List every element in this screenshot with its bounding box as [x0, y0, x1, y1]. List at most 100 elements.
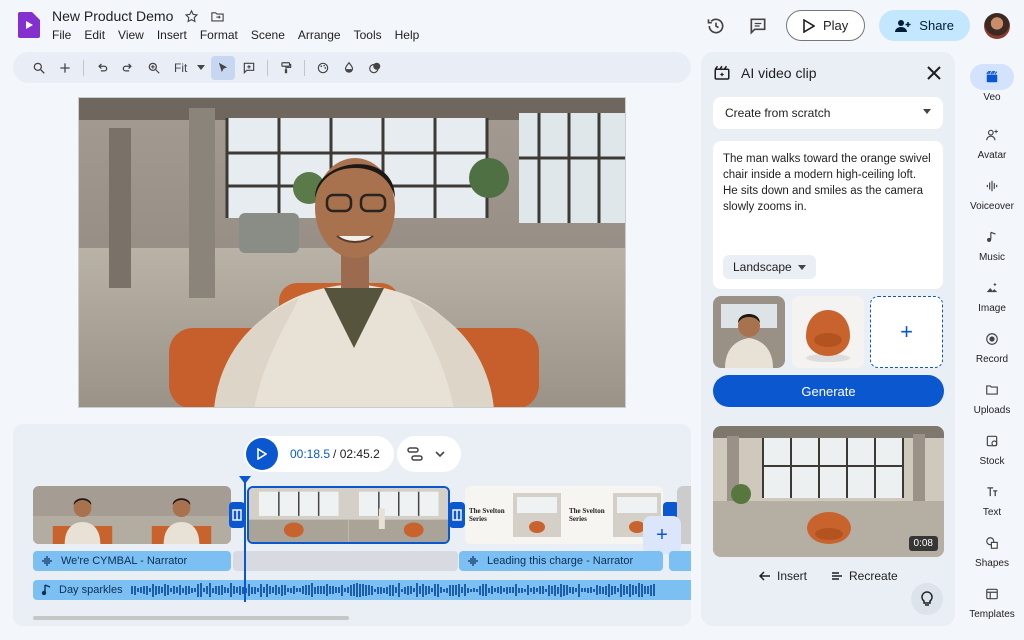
templates-icon: [970, 581, 1014, 607]
rail-label: Record: [975, 354, 1009, 365]
audio-track-music[interactable]: Day sparkles: [33, 580, 691, 600]
menu-help[interactable]: Help: [395, 28, 420, 42]
current-time: 00:18.5: [290, 447, 331, 461]
scene-clip-2-selected[interactable]: [247, 486, 450, 544]
rail-item-text[interactable]: Text: [962, 479, 1022, 518]
voiceover-icon: [970, 173, 1014, 199]
rail-item-templates[interactable]: Templates: [962, 581, 1022, 620]
recreate-button[interactable]: Recreate: [831, 569, 898, 583]
menu-edit[interactable]: Edit: [84, 28, 105, 42]
transition-handle[interactable]: [449, 502, 465, 528]
play-icon: [803, 18, 815, 33]
zoom-select[interactable]: Fit: [168, 61, 209, 75]
playhead[interactable]: [239, 476, 251, 602]
select-cursor-icon[interactable]: [211, 55, 236, 80]
rail-item-veo[interactable]: Veo: [962, 64, 1022, 103]
music-note-icon: [41, 584, 51, 596]
rail-item-uploads[interactable]: Uploads: [962, 377, 1022, 416]
aspect-ratio-select[interactable]: Landscape: [723, 255, 816, 279]
veo-icon: [970, 64, 1014, 90]
timeline-play-button[interactable]: [246, 438, 278, 470]
add-reference-button[interactable]: +: [870, 296, 943, 368]
search-icon[interactable]: [27, 56, 51, 80]
total-time: / 02:45.2: [333, 447, 380, 461]
comments-icon[interactable]: [744, 12, 772, 40]
chevron-down-icon: [435, 451, 445, 457]
rail-item-image[interactable]: Image: [962, 275, 1022, 314]
menu-format[interactable]: Format: [200, 28, 238, 42]
menu-tools[interactable]: Tools: [354, 28, 382, 42]
mode-select[interactable]: Create from scratch: [713, 97, 943, 129]
avatar-icon: [970, 122, 1014, 148]
veo-icon: [714, 65, 730, 80]
reference-thumbnail: [713, 296, 785, 368]
scene-clip-3[interactable]: The Svelton Series The Svelton Series: [465, 486, 663, 544]
audio-track-label: Day sparkles: [59, 584, 123, 596]
rail-item-record[interactable]: Record: [962, 326, 1022, 365]
paint-format-icon[interactable]: [274, 56, 298, 80]
vids-logo-icon[interactable]: [18, 12, 40, 38]
voiceover-icon: [468, 556, 478, 566]
lightbulb-icon[interactable]: [911, 583, 943, 615]
toolbar-divider: [267, 59, 269, 76]
rail-item-stock[interactable]: Stock: [962, 428, 1022, 467]
rail-label: Avatar: [977, 150, 1007, 161]
reference-image-chair[interactable]: [792, 296, 864, 368]
reference-image-person[interactable]: [713, 296, 785, 368]
timeline-view-toggle[interactable]: [397, 436, 461, 472]
slide-image: [513, 493, 561, 537]
timeline-scrollbar[interactable]: [33, 616, 349, 620]
undo-icon[interactable]: [90, 56, 114, 80]
aspect-value: Landscape: [733, 260, 792, 274]
clip-thumbnail: [348, 488, 448, 542]
transition-icon: [452, 509, 462, 521]
document-title[interactable]: New Product Demo: [52, 8, 173, 24]
insert-label: Insert: [777, 569, 808, 583]
scene-canvas[interactable]: [78, 97, 626, 408]
audio-track-narration-1[interactable]: We're CYMBAL - Narrator: [33, 551, 231, 571]
share-button[interactable]: Share: [879, 10, 970, 41]
voiceover-icon: [42, 556, 52, 566]
rail-item-music[interactable]: Music: [962, 224, 1022, 263]
menu-arrange[interactable]: Arrange: [298, 28, 341, 42]
rail-item-shapes[interactable]: Shapes: [962, 530, 1022, 569]
toolbar-divider: [304, 59, 306, 76]
rail-label: Image: [978, 303, 1006, 314]
rail-label: Uploads: [973, 405, 1011, 416]
user-avatar[interactable]: [984, 12, 1010, 39]
rail-label: Voiceover: [970, 201, 1014, 212]
audio-track-narration-2[interactable]: Leading this charge - Narrator: [459, 551, 663, 571]
background-icon[interactable]: [363, 56, 387, 80]
new-scene-icon[interactable]: [53, 56, 77, 80]
menu-insert[interactable]: Insert: [157, 28, 187, 42]
palette-icon[interactable]: [311, 56, 335, 80]
menu-view[interactable]: View: [118, 28, 144, 42]
add-scene-button[interactable]: +: [643, 516, 681, 554]
scene-clip-1[interactable]: [33, 486, 231, 544]
redo-icon[interactable]: [116, 56, 140, 80]
rail-item-avatar[interactable]: Avatar: [962, 122, 1022, 161]
star-icon[interactable]: [183, 8, 199, 24]
add-comment-icon[interactable]: [237, 56, 261, 80]
generated-clip-preview[interactable]: 0:08: [713, 426, 944, 557]
clip-duration: 0:08: [908, 536, 938, 551]
slide-thumbnail-title: The Svelton Series: [469, 507, 505, 523]
menu-scene[interactable]: Scene: [251, 28, 285, 42]
generate-button[interactable]: Generate: [713, 375, 944, 407]
rail-item-voiceover[interactable]: Voiceover: [962, 173, 1022, 212]
mode-value: Create from scratch: [725, 106, 831, 120]
play-button[interactable]: Play: [786, 10, 866, 41]
chevron-down-icon: [797, 264, 806, 270]
move-folder-icon[interactable]: [209, 8, 225, 24]
audio-track-narration-3[interactable]: [669, 551, 691, 571]
insert-button[interactable]: Insert: [759, 569, 807, 583]
menu-file[interactable]: File: [52, 28, 71, 42]
clip-thumbnail: [132, 486, 231, 544]
zoom-icon[interactable]: [142, 56, 166, 80]
version-history-icon[interactable]: [702, 12, 730, 40]
play-label: Play: [823, 18, 849, 33]
close-icon[interactable]: [925, 64, 943, 82]
arrow-left-icon: [759, 571, 770, 581]
fill-color-icon[interactable]: [337, 56, 361, 80]
transition-handle[interactable]: [229, 502, 245, 528]
